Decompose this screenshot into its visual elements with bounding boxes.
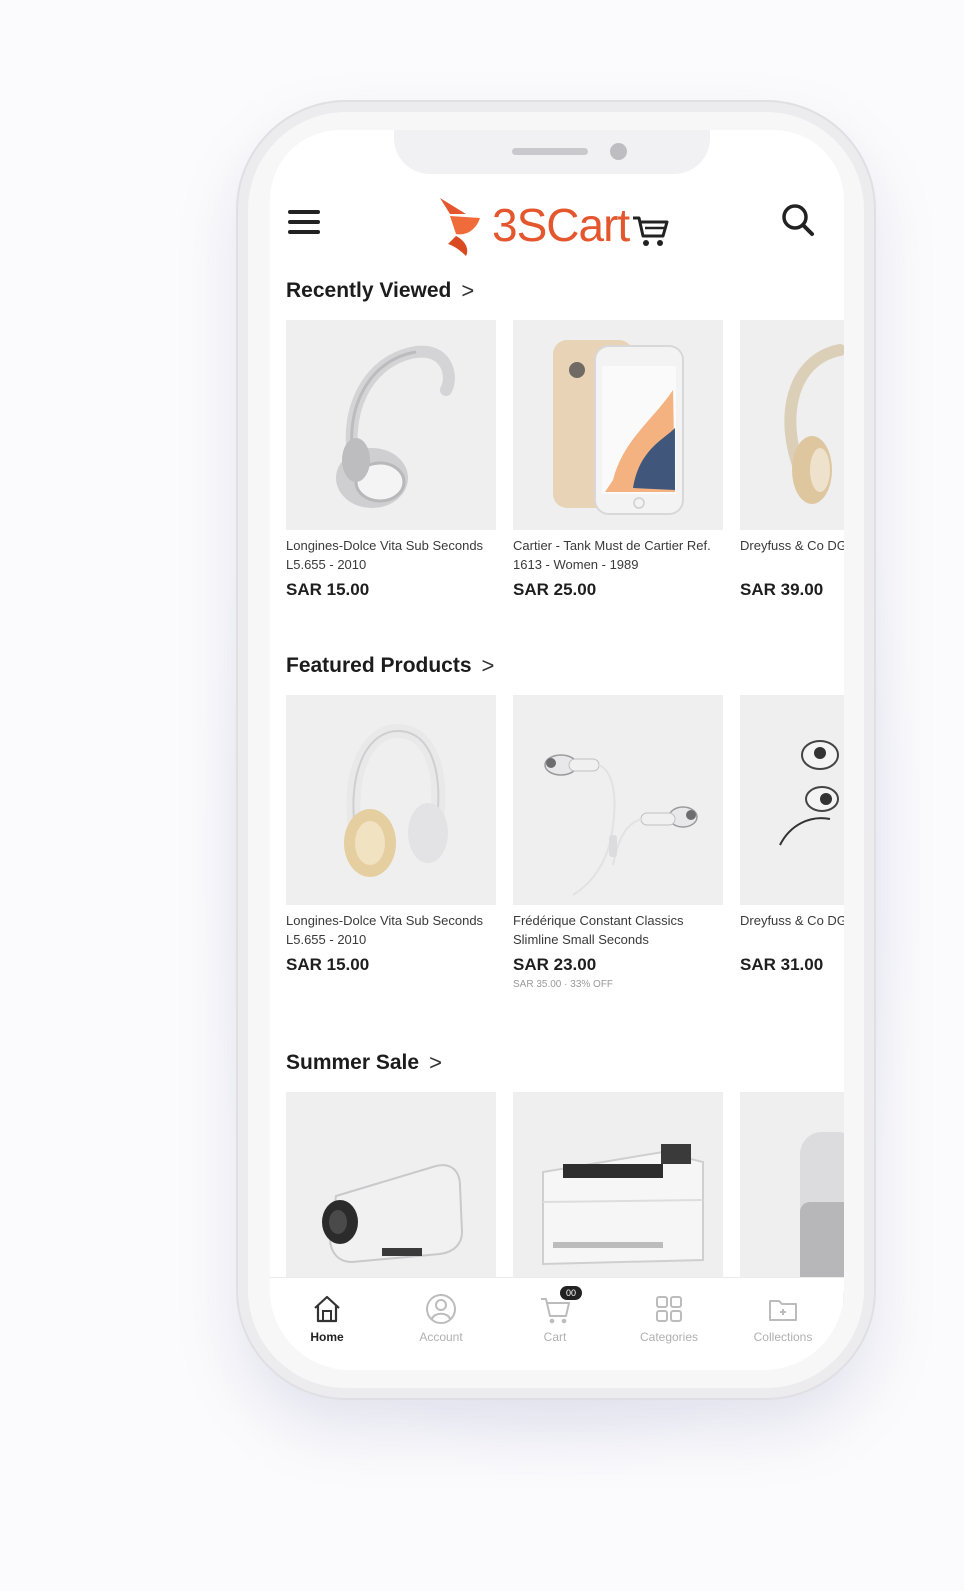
featured-products-title[interactable]: Featured Products >: [286, 653, 494, 679]
product-card[interactable]: [740, 1092, 844, 1302]
flame-logo-icon: [440, 198, 480, 256]
bottom-tab-bar: Home Account 00 Cart Categories Collecti…: [270, 1277, 844, 1370]
product-image-printer: [513, 1092, 723, 1302]
search-icon[interactable]: [776, 198, 820, 242]
product-image-action-camera: [286, 1092, 496, 1302]
hamburger-menu-icon[interactable]: [286, 202, 326, 242]
product-image-gold-iphone: [513, 320, 723, 530]
cart-logo-icon: [633, 216, 669, 246]
tab-cart[interactable]: 00 Cart: [498, 1278, 612, 1370]
product-price: SAR 23.00: [513, 955, 597, 974]
product-image-white-earbuds: [513, 695, 723, 905]
categories-icon: [656, 1296, 682, 1322]
featured-products-row: Longines-Dolce Vita Sub Seconds L5.655 -…: [286, 695, 844, 1015]
product-card[interactable]: [513, 1092, 723, 1302]
tab-label: Cart: [543, 1330, 567, 1344]
product-name: Dreyfuss & Co DGS00093/: [740, 913, 844, 928]
tab-account[interactable]: Account: [384, 1278, 498, 1370]
product-price: SAR 31.00: [740, 955, 824, 974]
product-image-smart-speaker: [740, 1092, 844, 1302]
product-card[interactable]: Dreyfuss & Co DGS00093/ SAR 39.00: [740, 320, 844, 600]
product-price: SAR 25.00: [513, 580, 597, 599]
chevron-right-icon: >: [481, 653, 495, 678]
section-title-label: Summer Sale: [286, 1051, 420, 1074]
speaker-grille: [512, 148, 588, 155]
brand-logo-text: 3SCart: [492, 199, 630, 251]
product-name: Frédérique Constant Classics Slimline Sm…: [513, 913, 684, 947]
chevron-right-icon: >: [429, 1050, 442, 1075]
tab-categories[interactable]: Categories: [612, 1278, 726, 1370]
product-name: Longines-Dolce Vita Sub Seconds L5.655 -…: [286, 538, 484, 572]
product-card[interactable]: Longines-Dolce Vita Sub Seconds L5.655 -…: [286, 320, 496, 600]
collections-icon: [769, 1300, 797, 1321]
tab-collections[interactable]: Collections: [726, 1278, 840, 1370]
recently-viewed-row: Longines-Dolce Vita Sub Seconds L5.655 -…: [286, 320, 844, 640]
tab-label: Home: [310, 1330, 344, 1344]
section-title-label: Featured Products: [286, 654, 472, 677]
chevron-right-icon: >: [461, 278, 475, 303]
tab-label: Account: [419, 1330, 463, 1344]
product-card[interactable]: [286, 1092, 496, 1302]
app-screen: 3SCart Recently Viewed > Longines-Dolce …: [270, 130, 844, 1370]
cart-count-badge: 00: [560, 1286, 582, 1300]
account-icon: [426, 1294, 456, 1324]
product-old-price: SAR 35.00 · 33% OFF: [513, 979, 614, 990]
tab-label: Collections: [753, 1330, 813, 1344]
product-image-silver-headphones: [286, 320, 496, 530]
product-name: Cartier - Tank Must de Cartier Ref. 1613…: [513, 538, 711, 572]
product-image-gold-headphones: [740, 320, 844, 530]
brand-logo[interactable]: 3SCart: [436, 190, 669, 260]
recently-viewed-title[interactable]: Recently Viewed >: [286, 278, 474, 304]
product-card[interactable]: Dreyfuss & Co DGS00093/ SAR 31.00: [740, 695, 844, 975]
tab-home[interactable]: Home: [270, 1278, 384, 1370]
section-title-label: Recently Viewed: [286, 279, 452, 302]
front-camera: [610, 143, 627, 160]
tab-label: Categories: [639, 1330, 699, 1344]
product-image-white-gold-headphones: [286, 695, 496, 905]
product-card[interactable]: Frédérique Constant Classics Slimline Sm…: [513, 695, 723, 990]
product-card[interactable]: Longines-Dolce Vita Sub Seconds L5.655 -…: [286, 695, 496, 975]
app-header: 3SCart: [270, 190, 844, 280]
product-name: Longines-Dolce Vita Sub Seconds L5.655 -…: [286, 913, 484, 947]
home-icon: [314, 1295, 340, 1323]
product-card[interactable]: Cartier - Tank Must de Cartier Ref. 1613…: [513, 320, 723, 600]
product-price: SAR 39.00: [740, 580, 824, 599]
product-name: Dreyfuss & Co DGS00093/: [740, 538, 844, 553]
product-image-white-earphones: [740, 695, 844, 905]
phone-notch: [394, 130, 710, 174]
product-price: SAR 15.00: [286, 580, 370, 599]
summer-sale-title[interactable]: Summer Sale >: [286, 1050, 442, 1076]
product-price: SAR 15.00: [286, 955, 370, 974]
